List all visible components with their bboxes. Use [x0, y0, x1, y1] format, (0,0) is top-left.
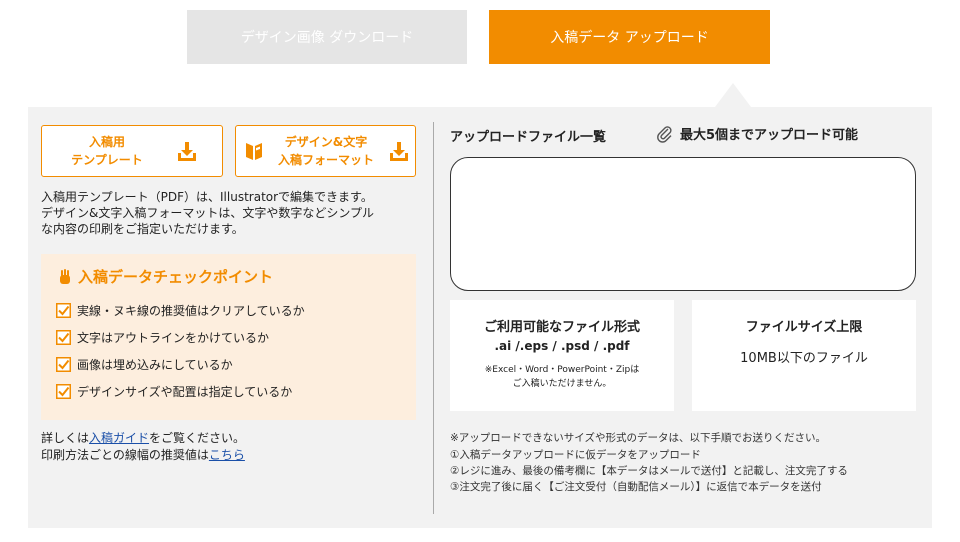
footer-text: 印刷方法ごとの線幅の推奨値は: [41, 448, 209, 462]
line-width-link[interactable]: こちら: [209, 448, 245, 462]
checked-box-icon: [56, 384, 71, 399]
description-line: な内容の印刷をご指定いただけます。: [41, 222, 244, 236]
file-size-title: ファイルサイズ上限: [745, 320, 863, 335]
checkpoint-title: 入稿データチェックポイント: [58, 266, 273, 287]
guide-footer: 詳しくは入稿ガイドをご覧ください。 印刷方法ごとの線幅の推奨値はこちら: [41, 430, 245, 464]
design-format-button-label-line2: 入稿フォーマット: [277, 153, 374, 167]
column-divider: [433, 122, 434, 514]
checkpoint-text: 実線・ヌキ線の推奨値はクリアしているか: [77, 304, 305, 318]
notes-step: ①入稿データアップロードに仮データをアップロード: [450, 449, 701, 461]
hand-icon: [60, 268, 70, 284]
list-item: 実線・ヌキ線の推奨値はクリアしているか: [56, 297, 406, 324]
checkpoint-text: デザインサイズや配置は指定しているか: [77, 385, 293, 399]
design-format-download-button[interactable]: デザイン&文字 入稿フォーマット: [235, 125, 416, 177]
template-download-button[interactable]: 入稿用 テンプレート: [41, 125, 223, 177]
notes-lead: ※アップロードできないサイズや形式のデータは、以下手順でお送りください。: [450, 432, 826, 444]
notes-step: ②レジに進み、最後の備考欄に【本データはメールで送付】と記載し、注文完了する: [450, 465, 848, 477]
footer-text: をご覧ください。: [149, 431, 246, 445]
paperclip-icon: [657, 125, 672, 143]
tab-data-upload-label: 入稿データ アップロード: [550, 30, 709, 46]
tab-design-download[interactable]: デザイン画像 ダウンロード: [187, 10, 467, 64]
checkpoint-text: 文字はアウトラインをかけているか: [77, 331, 270, 345]
design-format-button-label-line1: デザイン&文字: [284, 135, 368, 149]
upload-notes: ※アップロードできないサイズや形式のデータは、以下手順でお送りください。 ①入稿…: [450, 430, 920, 495]
checkpoint-text: 画像は埋め込みにしているか: [77, 358, 233, 372]
upload-dropzone[interactable]: [450, 157, 916, 291]
submission-guide-link[interactable]: 入稿ガイド: [89, 431, 149, 445]
template-button-label-line2: テンプレート: [71, 153, 143, 167]
active-tab-pointer: [715, 83, 751, 107]
download-icon: [390, 142, 408, 161]
description-line: デザイン&文字入稿フォーマットは、文字や数字などシンプル: [41, 206, 374, 220]
file-size-value: 10MB以下のファイル: [740, 351, 868, 366]
book-icon: [246, 143, 262, 160]
checked-box-icon: [56, 357, 71, 372]
tab-data-upload[interactable]: 入稿データ アップロード: [489, 10, 770, 64]
footer-text: 詳しくは: [41, 431, 90, 445]
tab-bar: デザイン画像 ダウンロード 入稿データ アップロード: [0, 10, 960, 64]
max-upload-text: 最大5個までアップロード可能: [680, 128, 859, 143]
checked-box-icon: [56, 303, 71, 318]
template-button-label-line1: 入稿用: [88, 135, 125, 149]
download-icon: [178, 142, 196, 161]
list-item: デザインサイズや配置は指定しているか: [56, 378, 406, 405]
checked-box-icon: [56, 330, 71, 345]
tab-design-download-label: デザイン画像 ダウンロード: [240, 30, 414, 46]
file-format-note: ご入稿いただけません。: [512, 379, 612, 389]
file-format-extensions: .ai /.eps / .psd / .pdf: [494, 339, 630, 353]
checkpoint-list: 実線・ヌキ線の推奨値はクリアしているか 文字はアウトラインをかけているか 画像は…: [56, 297, 406, 405]
upload-list-title: アップロードファイル一覧: [450, 130, 607, 145]
checkpoint-title-text: 入稿データチェックポイント: [78, 268, 274, 286]
list-item: 画像は埋め込みにしているか: [56, 351, 406, 378]
max-upload-note: 最大5個までアップロード可能: [656, 124, 858, 143]
file-format-box: ご利用可能なファイル形式 .ai /.eps / .psd / .pdf ※Ex…: [450, 300, 674, 411]
description-line: 入稿用テンプレート（PDF）は、Illustratorで編集できます。: [41, 190, 373, 204]
notes-step: ③注文完了後に届く【ご注文受付（自動配信メール）】に返信で本データを送付: [450, 481, 822, 493]
file-format-title: ご利用可能なファイル形式: [483, 320, 640, 335]
file-format-note: ※Excel・Word・PowerPoint・Zipは: [484, 365, 640, 375]
template-description: 入稿用テンプレート（PDF）は、Illustratorで編集できます。 デザイン…: [41, 189, 421, 237]
file-size-box: ファイルサイズ上限 10MB以下のファイル: [692, 300, 916, 411]
list-item: 文字はアウトラインをかけているか: [56, 324, 406, 351]
